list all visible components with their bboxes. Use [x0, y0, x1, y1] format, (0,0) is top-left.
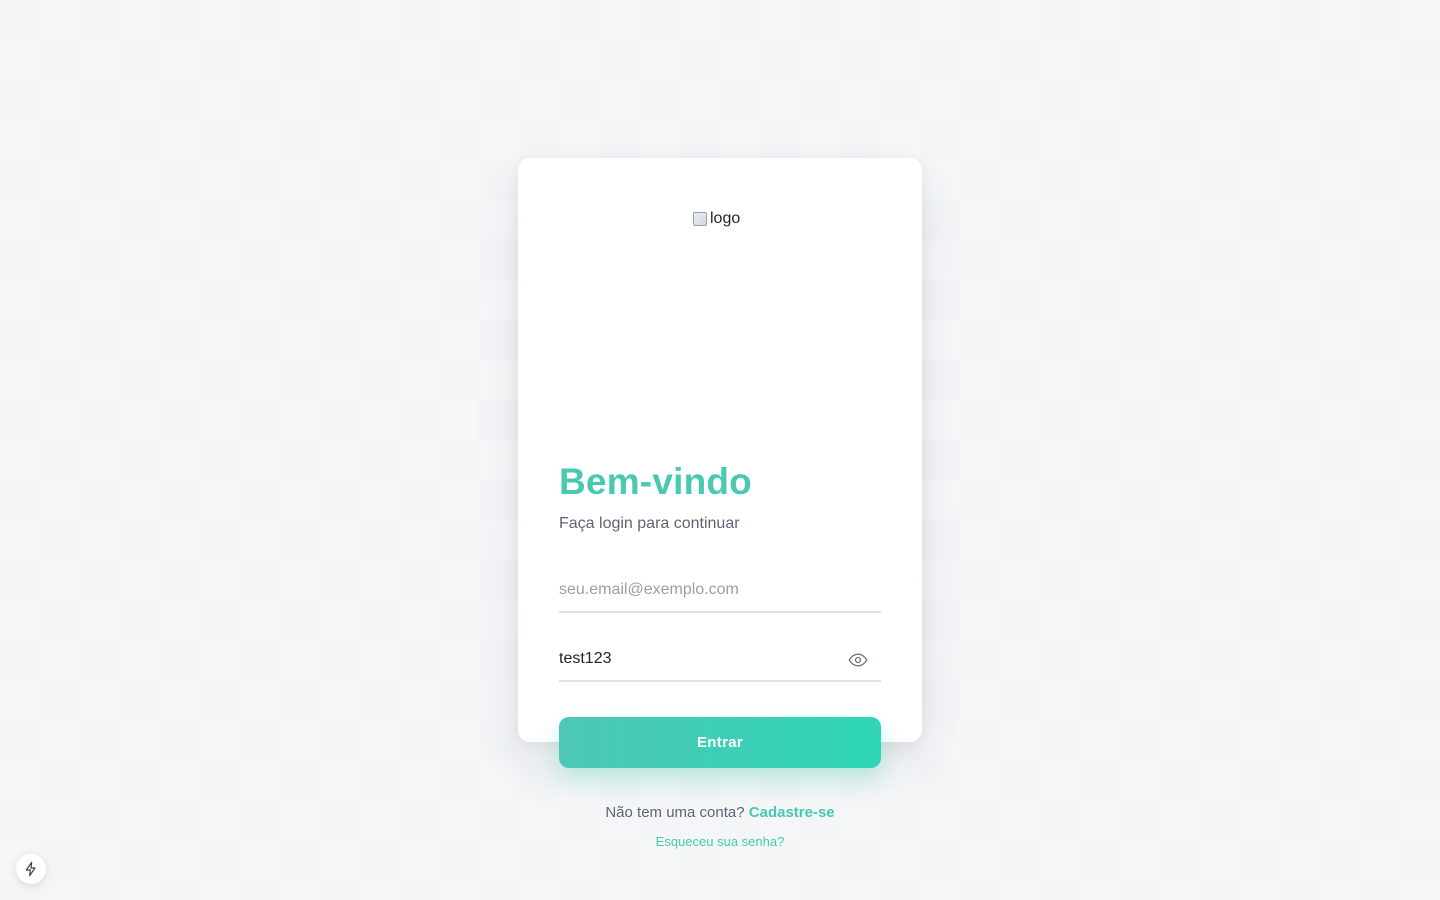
signup-prompt-text: Não tem uma conta? — [605, 804, 745, 821]
page-title: Bem-vindo — [559, 461, 752, 502]
page-subtitle: Faça login para continuar — [559, 515, 740, 532]
email-field-wrapper — [559, 569, 881, 613]
password-field-wrapper — [559, 638, 881, 682]
lightning-icon — [25, 861, 36, 877]
password-input[interactable] — [559, 638, 839, 680]
email-input[interactable] — [559, 569, 881, 611]
login-card: logo Bem-vindo Faça login para continuar… — [518, 158, 922, 849]
forgot-password-link[interactable]: Esqueceu sua senha? — [656, 834, 785, 849]
dev-tools-button[interactable] — [16, 854, 46, 884]
login-button[interactable]: Entrar — [559, 717, 881, 768]
eye-icon[interactable] — [848, 650, 868, 670]
signup-link[interactable]: Cadastre-se — [749, 804, 835, 821]
logo-image: logo — [692, 208, 740, 230]
forgot-password: Esqueceu sua senha? — [518, 834, 922, 850]
signup-prompt: Não tem uma conta? Cadastre-se — [518, 803, 922, 823]
logo-alt-text: logo — [710, 210, 741, 227]
broken-image-icon — [692, 211, 708, 227]
